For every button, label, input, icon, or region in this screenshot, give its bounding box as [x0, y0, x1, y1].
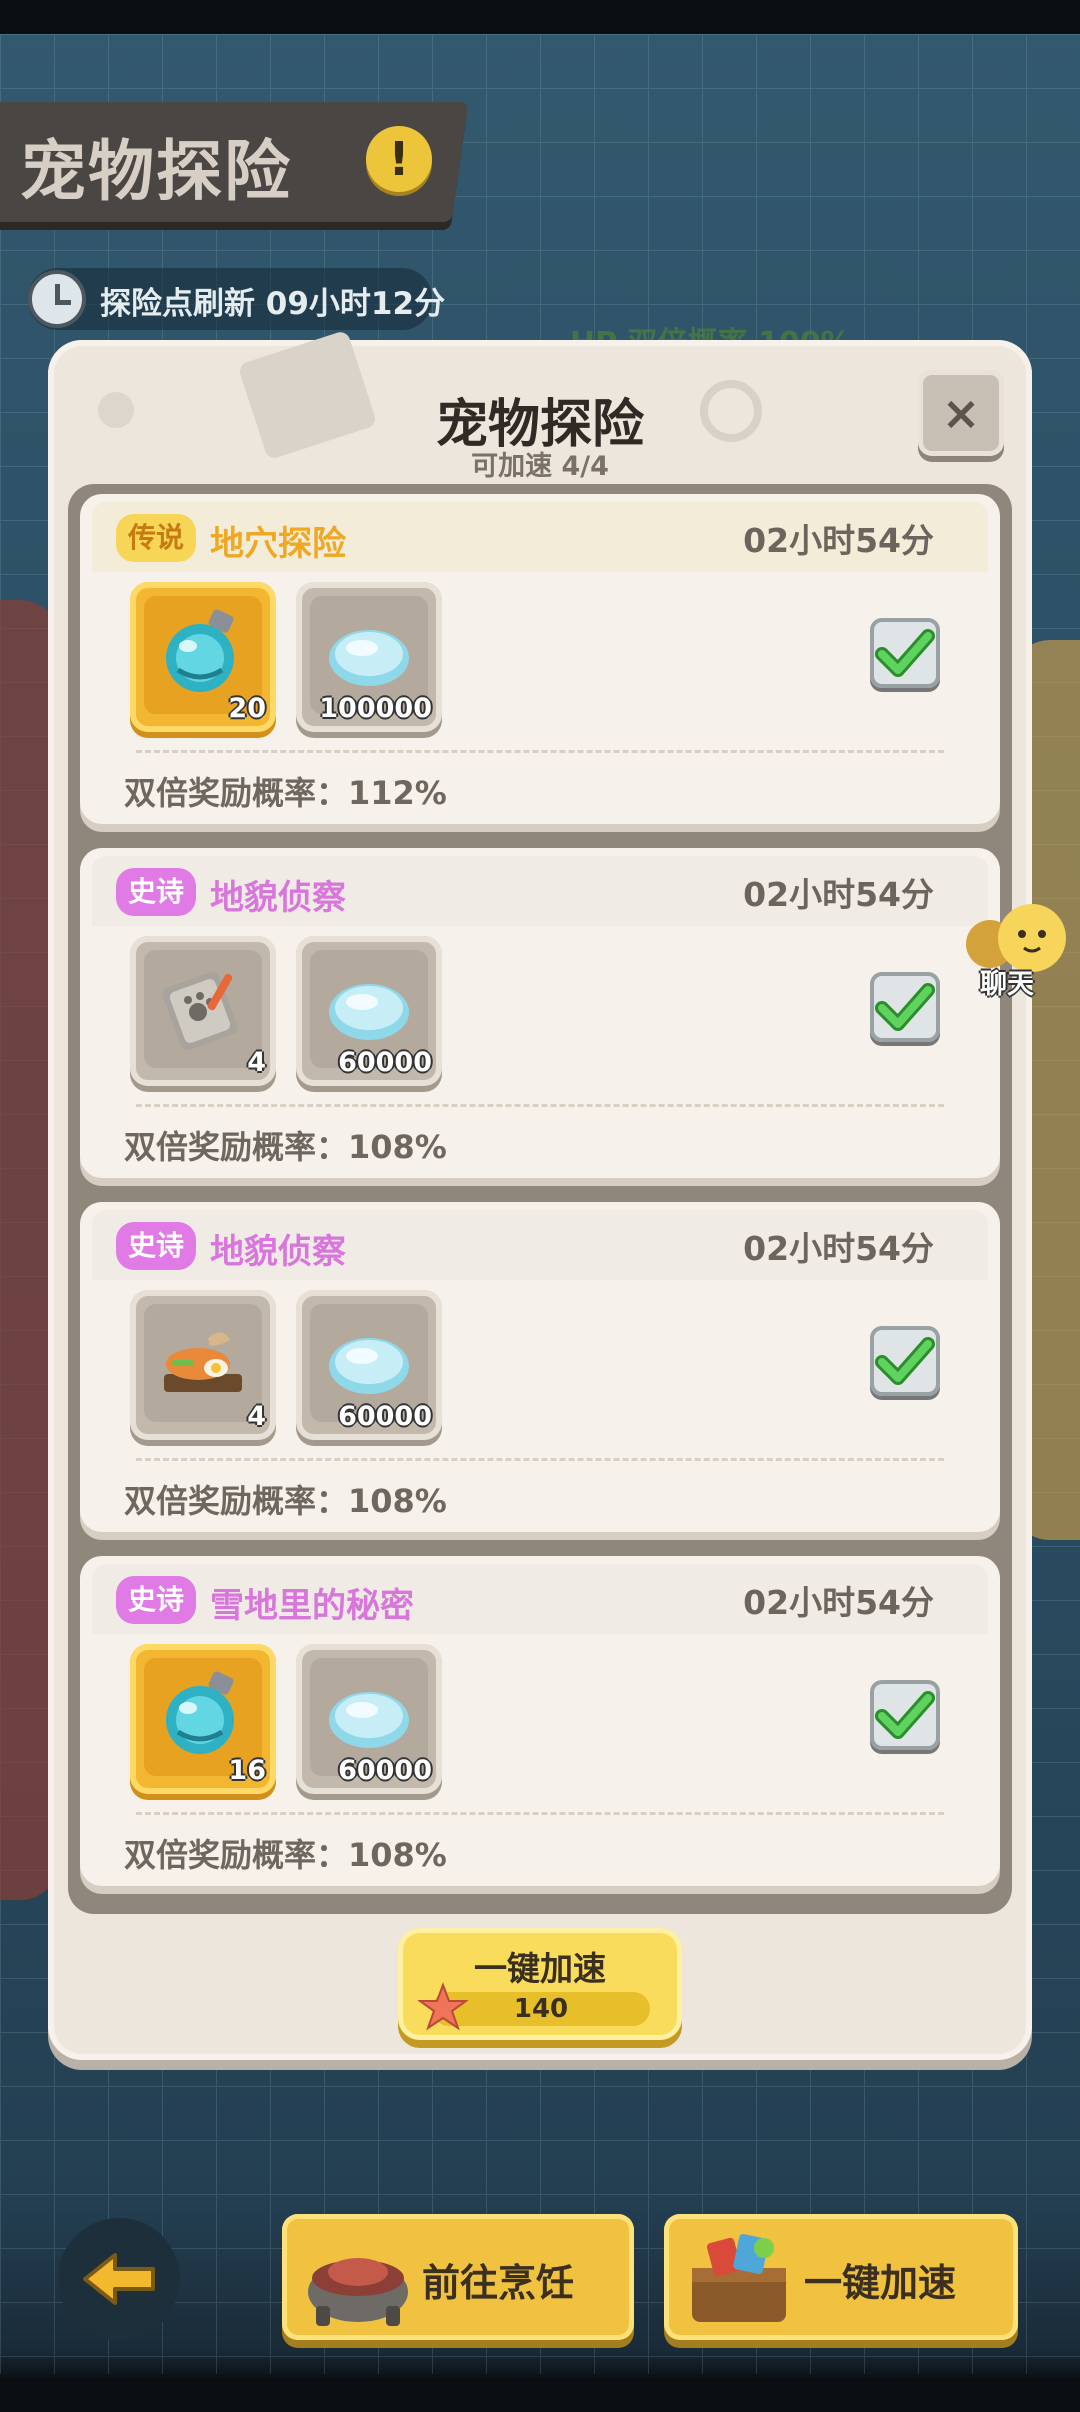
treasure-chest-icon: [692, 2234, 786, 2322]
warning-icon[interactable]: !: [366, 126, 432, 192]
expedition-time: 02小时54分: [743, 1229, 934, 1268]
reward-slot[interactable]: 16: [130, 1644, 276, 1794]
go-cooking-button[interactable]: 前往烹饪: [282, 2214, 634, 2340]
divider: [136, 1104, 944, 1107]
go-cooking-label: 前往烹饪: [422, 2261, 575, 2305]
rarity-badge: 史诗: [116, 1576, 197, 1624]
reward-slot[interactable]: 60000: [296, 936, 442, 1086]
double-reward-rate: 双倍奖励概率：108%: [124, 1482, 447, 1520]
checkbox[interactable]: [870, 1680, 940, 1750]
cooking-pot-icon: [308, 2258, 408, 2326]
rarity-badge: 传说: [116, 514, 197, 562]
expedition-card: 史诗 地貌侦察 02小时54分 4 60000 双倍奖励概率：108%: [80, 1202, 1000, 1532]
refresh-timer-text: 探险点刷新 09小时12分: [100, 286, 446, 322]
starfish-icon: [418, 1982, 468, 2031]
expedition-card: 传说 地穴探险 02小时54分 20 100000 双倍奖励概率：112%: [80, 494, 1000, 824]
reward-slot[interactable]: 60000: [296, 1644, 442, 1794]
expedition-card: 史诗 雪地里的秘密 02小时54分 16 60000 双倍奖励概率：108%: [80, 1556, 1000, 1886]
speedup-all-bottom-button[interactable]: 一键加速: [664, 2214, 1018, 2340]
item-quantity: 60000: [338, 1047, 432, 1078]
rarity-badge: 史诗: [116, 1222, 197, 1270]
reward-slot[interactable]: 60000: [296, 1290, 442, 1440]
chat-label[interactable]: 聊天: [980, 962, 1034, 1001]
expedition-card: 史诗 地貌侦察 02小时54分 4 60000 双倍奖励概率：108%: [80, 848, 1000, 1178]
divider: [136, 1812, 944, 1815]
expedition-name: 地穴探险: [210, 524, 346, 564]
item-quantity: 4: [247, 1401, 266, 1432]
expedition-time: 02小时54分: [743, 875, 934, 914]
expedition-name: 地貌侦察: [210, 878, 346, 918]
reward-slot[interactable]: 4: [130, 936, 276, 1086]
clock-icon: [28, 270, 86, 328]
expedition-name: 地貌侦察: [210, 1232, 346, 1272]
checkmark-icon: [875, 1691, 935, 1739]
speedup-all-button[interactable]: 一键加速 140: [398, 1928, 682, 2040]
divider: [136, 750, 944, 753]
expedition-time: 02小时54分: [743, 521, 934, 560]
checkbox[interactable]: [870, 1326, 940, 1396]
rarity-badge: 史诗: [116, 868, 197, 916]
potion-bottle-icon: [166, 1671, 234, 1754]
checkbox[interactable]: [870, 972, 940, 1042]
checkmark-icon: [875, 1337, 935, 1385]
checkmark-icon: [875, 629, 935, 677]
item-quantity: 60000: [338, 1401, 432, 1432]
expedition-time: 02小时54分: [743, 1583, 934, 1622]
shell-icon: [329, 1338, 409, 1394]
potion-bottle-icon: [166, 609, 234, 692]
item-quantity: 4: [247, 1047, 266, 1078]
stone-tablet-icon: [162, 971, 238, 1051]
close-button[interactable]: ×: [918, 370, 1004, 456]
double-reward-rate: 双倍奖励概率：112%: [124, 774, 447, 812]
game-screen: 宠物探险 ! 探险点刷新 09小时12分 HP 双倍概率 100% 宠物探险 可…: [0, 0, 1080, 2412]
back-arrow-icon: [83, 2253, 155, 2305]
double-reward-rate: 双倍奖励概率：108%: [124, 1128, 447, 1166]
checkmark-icon: [875, 983, 935, 1031]
shell-icon: [329, 1692, 409, 1748]
item-quantity: 100000: [319, 693, 432, 724]
food-tray-icon: [164, 1332, 242, 1392]
item-quantity: 20: [228, 693, 266, 724]
reward-slot[interactable]: 100000: [296, 582, 442, 732]
back-button[interactable]: [58, 2218, 180, 2340]
speedup-count: 可加速 4/4: [471, 451, 609, 482]
checkbox[interactable]: [870, 618, 940, 688]
reward-slot[interactable]: 20: [130, 582, 276, 732]
double-reward-rate: 双倍奖励概率：108%: [124, 1836, 447, 1874]
speedup-all-bottom-label: 一键加速: [804, 2261, 957, 2305]
expedition-name: 雪地里的秘密: [210, 1586, 414, 1626]
item-quantity: 60000: [338, 1755, 432, 1786]
shell-icon: [329, 984, 409, 1040]
divider: [136, 1458, 944, 1461]
page-title: 宠物探险: [20, 133, 292, 210]
reward-slot[interactable]: 4: [130, 1290, 276, 1440]
shell-icon: [329, 630, 409, 686]
item-quantity: 16: [228, 1755, 266, 1786]
